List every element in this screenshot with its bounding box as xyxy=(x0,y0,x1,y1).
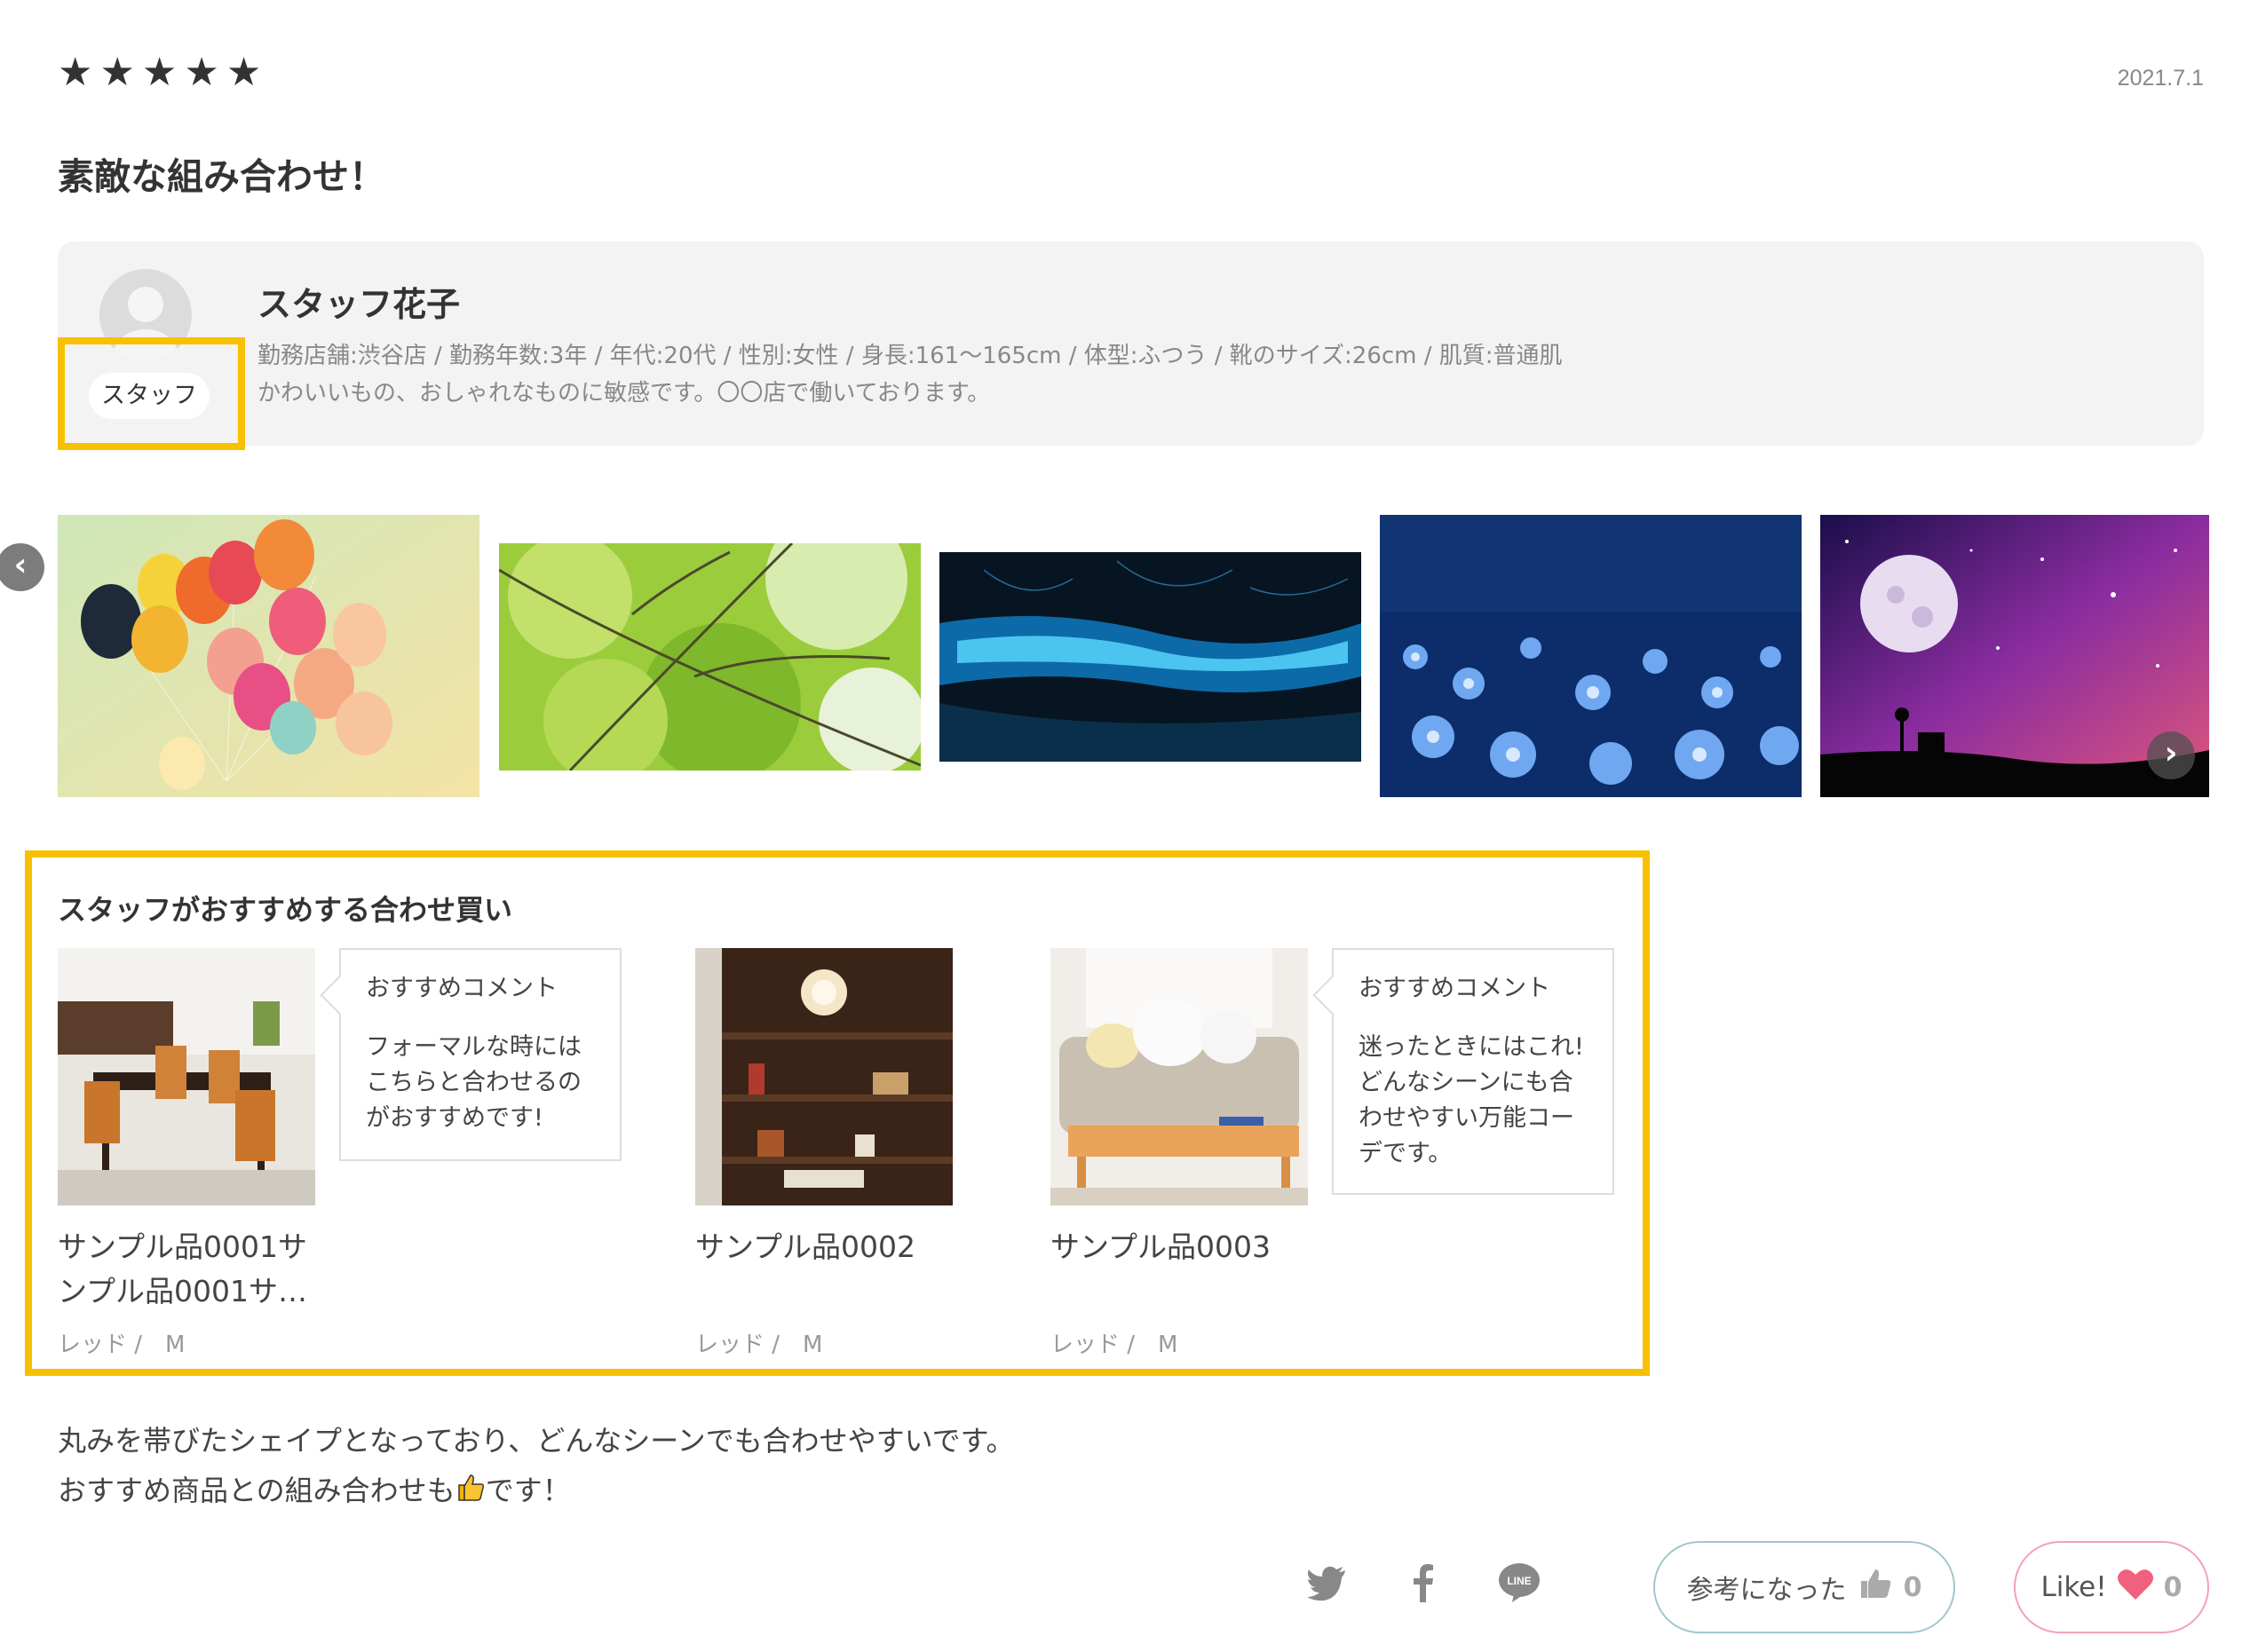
comment-line: 迷ったときにはこれ! xyxy=(1359,1033,1584,1061)
review-body-text: おすすめ商品との組み合わせも xyxy=(58,1474,456,1507)
helpful-count: 0 xyxy=(1903,1571,1922,1603)
comment-heading: おすすめコメント xyxy=(366,975,558,1002)
like-count: 0 xyxy=(2163,1571,2183,1603)
staff-meta: 勤務店舗:渋谷店 / 勤務年数:3年 / 年代:20代 / 性別:女性 / 身長… xyxy=(257,343,1563,369)
comment-line: こちらと合わせるの xyxy=(366,1069,582,1096)
product-name-line: サンプル品0001サ xyxy=(58,1229,307,1264)
comment-line: どんなシーンにも合 xyxy=(1359,1069,1573,1096)
gallery-image-blue-cave[interactable] xyxy=(939,552,1361,762)
review-date: 2021.7.1 xyxy=(2117,66,2204,91)
product-name[interactable]: サンプル品0003 xyxy=(1050,1225,1317,1269)
thumbs-up-icon xyxy=(1858,1566,1893,1609)
like-label: Like! xyxy=(2040,1571,2107,1603)
comment-heading: おすすめコメント xyxy=(1359,975,1550,1002)
rating-stars: ★ ★ ★ ★ ★ xyxy=(58,53,261,92)
svg-text:LINE: LINE xyxy=(1507,1575,1531,1587)
product-name[interactable]: サンプル品0002 xyxy=(695,1225,962,1269)
star-icon: ★ xyxy=(99,50,135,95)
recommend-comment-bubble: おすすめコメント フォーマルな時には こちらと合わせるの がおすすめです! xyxy=(339,948,622,1161)
recommend-comment-bubble: おすすめコメント 迷ったときにはこれ! どんなシーンにも合 わせやすい万能コー … xyxy=(1332,948,1614,1195)
product-variant: レッド / M xyxy=(1050,1332,1178,1358)
gallery-image-blue-flowers[interactable] xyxy=(1380,515,1802,797)
star-icon: ★ xyxy=(184,50,219,95)
product-image-dining-table[interactable] xyxy=(58,948,315,1205)
review-body-line: 丸みを帯びたシェイプとなっており、どんなシーンでも合わせやすいです。 xyxy=(58,1424,1015,1458)
comment-line: デです。 xyxy=(1359,1140,1453,1167)
staff-description: かわいいもの、おしゃれなものに敏感です。〇〇店で働いております。 xyxy=(257,380,991,407)
product-name[interactable]: サンプル品0001サ ンプル品0001サ… xyxy=(58,1225,324,1314)
like-button[interactable]: Like! 0 xyxy=(2014,1541,2209,1633)
review-body-line: おすすめ商品との組み合わせも です！ xyxy=(58,1466,1014,1517)
product-image-shelf[interactable] xyxy=(695,948,953,1205)
comment-line: がおすすめです! xyxy=(366,1104,543,1132)
gallery-image-leaves[interactable] xyxy=(499,543,921,771)
recommendations-title: スタッフがおすすめする合わせ買い xyxy=(58,893,513,927)
twitter-icon[interactable] xyxy=(1303,1558,1352,1608)
line-icon[interactable]: LINE xyxy=(1494,1558,1544,1608)
helpful-button[interactable]: 参考になった 0 xyxy=(1653,1541,1955,1633)
thumbs-up-emoji-icon xyxy=(456,1467,486,1517)
facebook-icon[interactable] xyxy=(1398,1558,1448,1608)
gallery-image-balloons[interactable] xyxy=(58,515,479,797)
review-title: 素敵な組み合わせ！ xyxy=(58,155,385,198)
heart-icon xyxy=(2116,1566,2155,1609)
staff-name[interactable]: スタッフ花子 xyxy=(257,277,460,326)
review-body: 丸みを帯びたシェイプとなっており、どんなシーンでも合わせやすいです。 おすすめ商… xyxy=(58,1416,1014,1517)
highlight-frame-staff-badge xyxy=(58,337,245,450)
comment-line: わせやすい万能コー xyxy=(1359,1104,1574,1132)
comment-line: フォーマルな時には xyxy=(366,1033,582,1061)
product-variant: レッド / M xyxy=(58,1332,186,1358)
review-body-text: です！ xyxy=(485,1474,571,1507)
product-image-sofa[interactable] xyxy=(1050,948,1308,1205)
star-icon: ★ xyxy=(58,50,93,95)
star-icon: ★ xyxy=(226,50,262,95)
helpful-label: 参考になった xyxy=(1686,1575,1847,1606)
gallery-next-button[interactable]: › xyxy=(2147,731,2195,779)
product-name-line: ンプル品0001サ… xyxy=(58,1274,307,1308)
product-variant: レッド / M xyxy=(695,1332,823,1358)
star-icon: ★ xyxy=(141,50,178,95)
gallery-prev-button[interactable]: ‹ xyxy=(0,543,44,591)
